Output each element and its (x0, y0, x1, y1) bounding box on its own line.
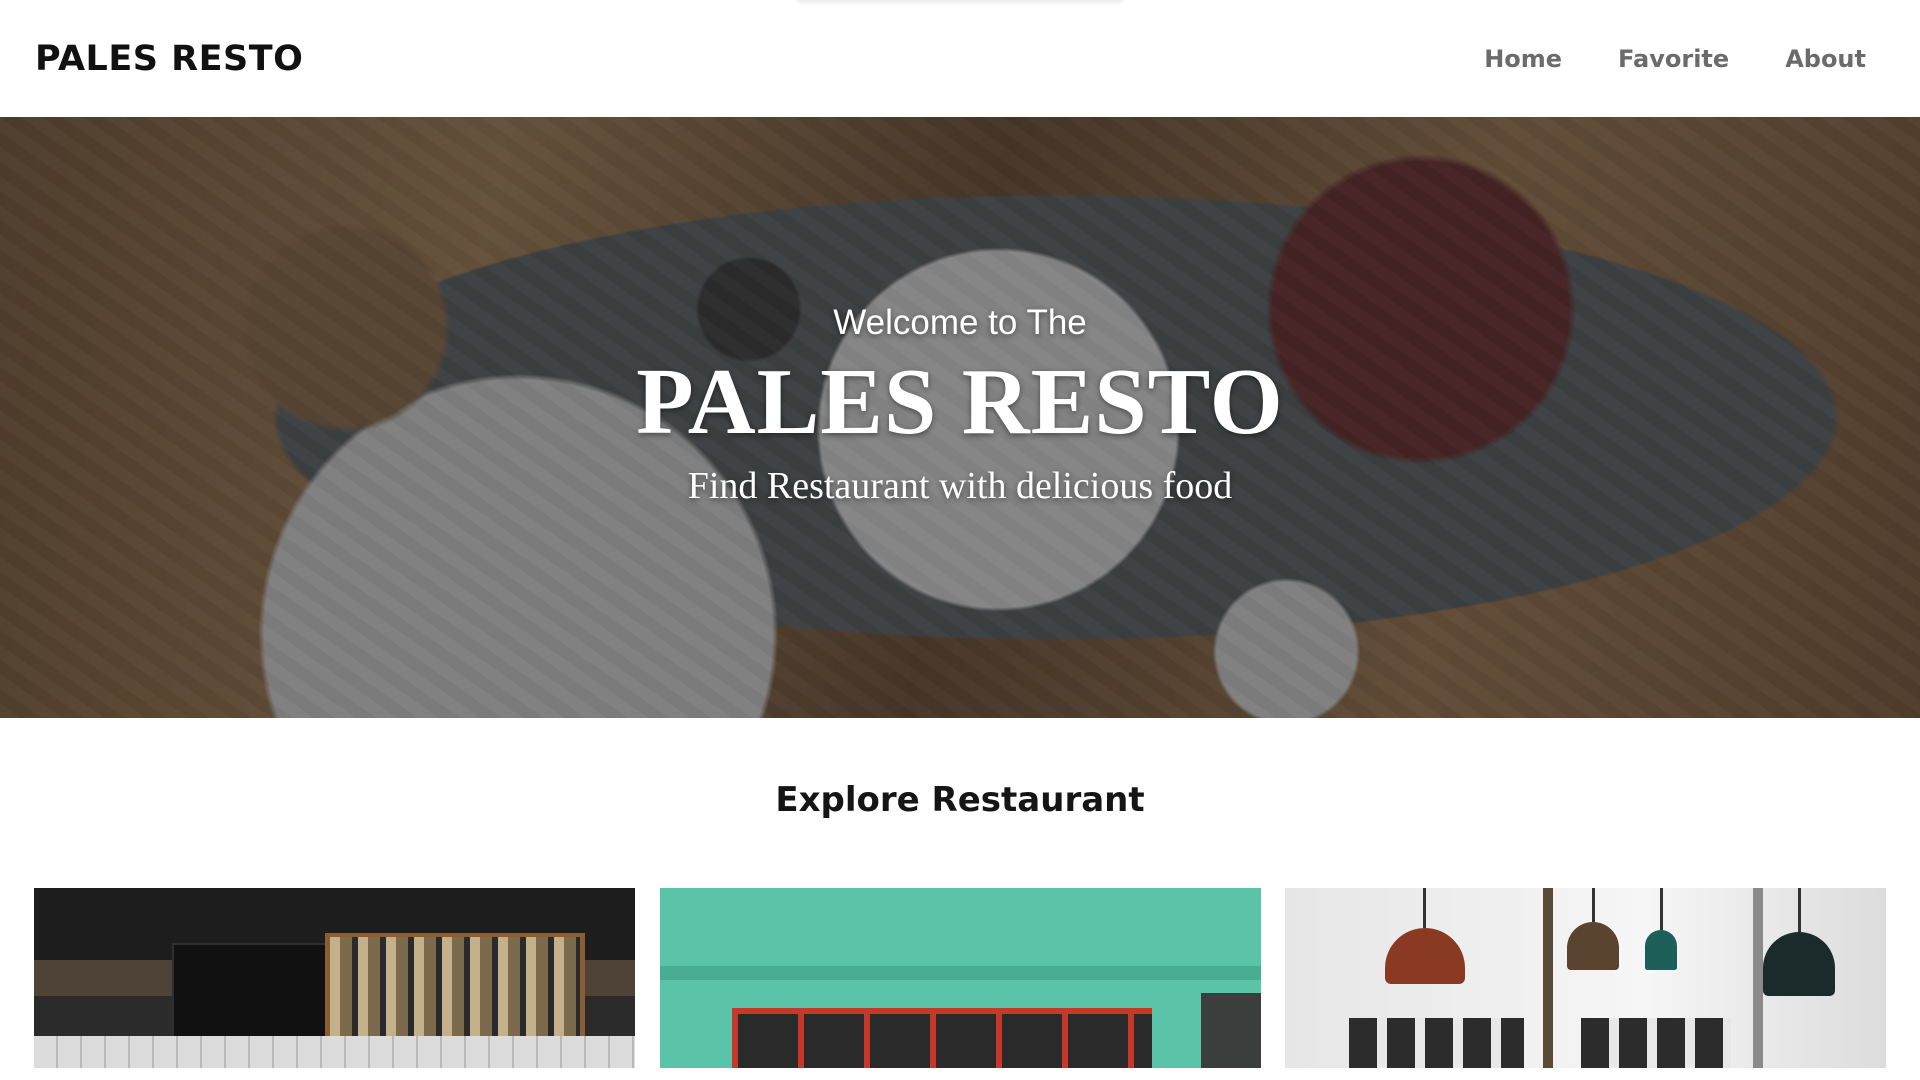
restaurant-card[interactable] (1285, 888, 1886, 1068)
explore-section: Explore Restaurant (0, 718, 1920, 1068)
hero-title: PALES RESTO (636, 350, 1284, 455)
restaurant-image-cafe[interactable] (34, 888, 635, 1068)
restaurant-image-lamps[interactable] (1285, 888, 1886, 1068)
pendant-lamp-icon (1385, 928, 1465, 984)
restaurant-list (0, 888, 1920, 1068)
lamp-cord (1423, 888, 1426, 928)
hero-banner: Welcome to The PALES RESTO Find Restaura… (0, 117, 1920, 718)
pendant-lamp-icon (1763, 932, 1835, 996)
shelf-decoration (325, 933, 585, 1043)
restaurant-card[interactable] (34, 888, 635, 1068)
hero-welcome: Welcome to The (833, 303, 1087, 343)
nav-link-favorite[interactable]: Favorite (1618, 45, 1729, 73)
top-notch-decoration (795, 0, 1125, 2)
hero-text: Welcome to The PALES RESTO Find Restaura… (0, 117, 1920, 718)
app-header: PALES RESTO Home Favorite About (0, 0, 1920, 117)
pillar-decoration (1543, 888, 1553, 1068)
pendant-lamp-icon (1645, 930, 1677, 970)
awning-decoration (659, 966, 1261, 980)
section-title: Explore Restaurant (775, 780, 1145, 820)
restaurant-image-storefront[interactable] (659, 888, 1261, 1068)
lamp-cord (1660, 888, 1663, 930)
lamp-cord (1592, 888, 1595, 922)
pendant-lamp-icon (1567, 922, 1619, 970)
storefront-window-decoration (731, 1008, 1152, 1068)
window-decoration (1581, 1018, 1731, 1068)
lamp-cord (1798, 888, 1801, 932)
nav-link-home[interactable]: Home (1484, 45, 1562, 73)
restaurant-card[interactable] (659, 888, 1261, 1068)
main-nav: Home Favorite About (1484, 45, 1866, 73)
tile-wall-decoration (34, 1036, 635, 1068)
hero-subtitle: Find Restaurant with delicious food (687, 464, 1233, 507)
side-door-decoration (1200, 993, 1261, 1068)
pillar-decoration (1753, 888, 1763, 1068)
window-decoration (1349, 1018, 1524, 1068)
nav-link-about[interactable]: About (1785, 45, 1866, 73)
brand-logo[interactable]: PALES RESTO (35, 39, 303, 79)
